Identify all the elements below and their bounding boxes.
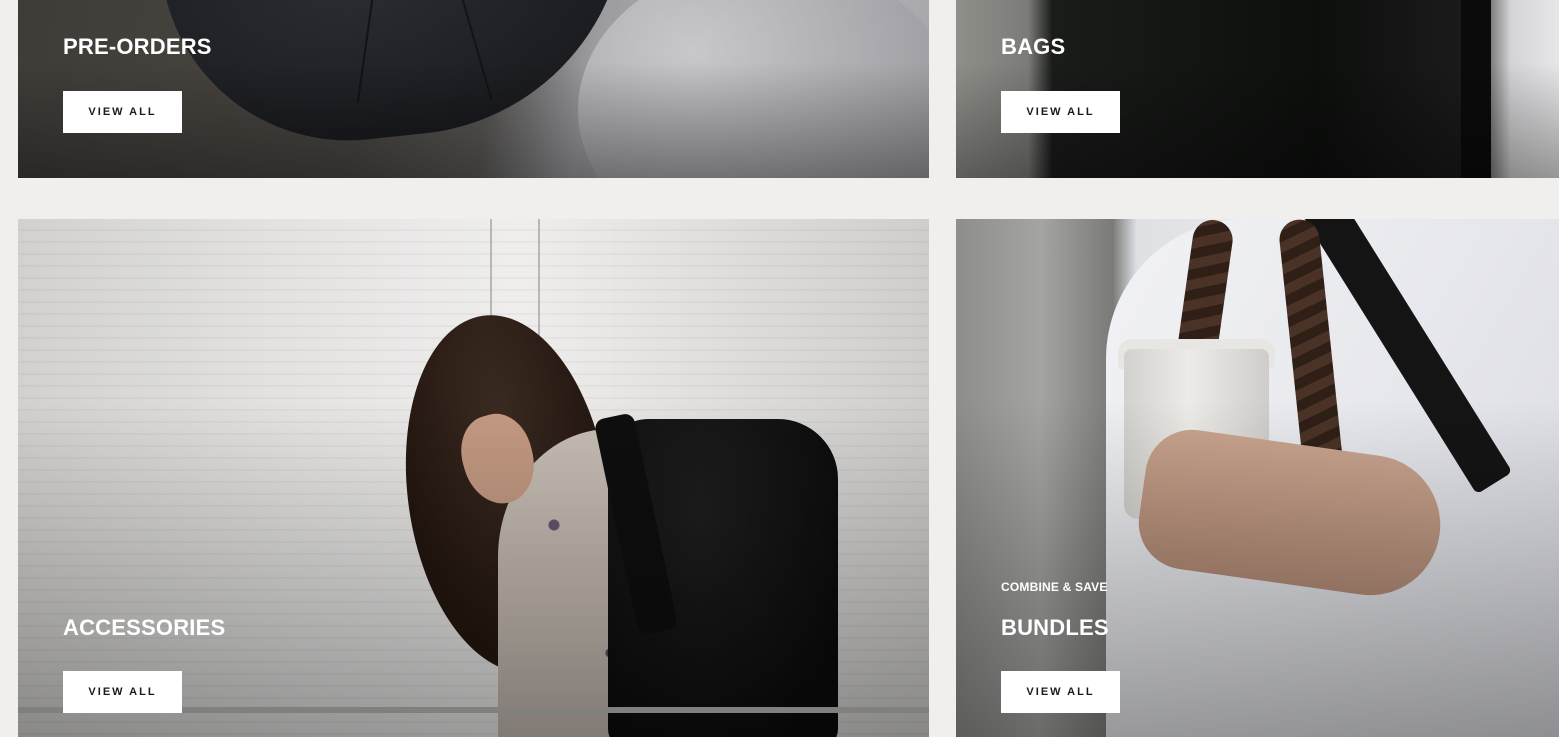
view-all-button-bundles[interactable]: VIEW ALL xyxy=(1001,671,1120,713)
view-all-button-accessories[interactable]: VIEW ALL xyxy=(63,671,182,713)
collection-image-pre-orders xyxy=(18,0,929,178)
view-all-button-bags[interactable]: VIEW ALL xyxy=(1001,91,1120,133)
view-all-button-pre-orders[interactable]: VIEW ALL xyxy=(63,91,182,133)
collection-tile-accessories[interactable]: ACCESSORIES VIEW ALL xyxy=(18,219,929,737)
collection-eyebrow: COMBINE & SAVE xyxy=(1001,580,1108,594)
collection-tile-bundles[interactable]: COMBINE & SAVE BUNDLES VIEW ALL xyxy=(956,219,1559,737)
collection-tile-pre-orders[interactable]: PRE-ORDERS VIEW ALL xyxy=(18,0,929,178)
collection-grid: PRE-ORDERS VIEW ALL BAGS VIEW ALL ACCESS… xyxy=(0,0,1559,737)
collection-tile-bags[interactable]: BAGS VIEW ALL xyxy=(956,0,1559,178)
collection-image-bags xyxy=(956,0,1559,178)
collection-image-bundles xyxy=(956,219,1559,737)
collection-image-accessories xyxy=(18,219,929,737)
collection-title: BUNDLES xyxy=(1001,615,1109,640)
collection-title: PRE-ORDERS xyxy=(63,34,212,59)
collection-title: ACCESSORIES xyxy=(63,615,226,640)
collection-title: BAGS xyxy=(1001,34,1066,59)
